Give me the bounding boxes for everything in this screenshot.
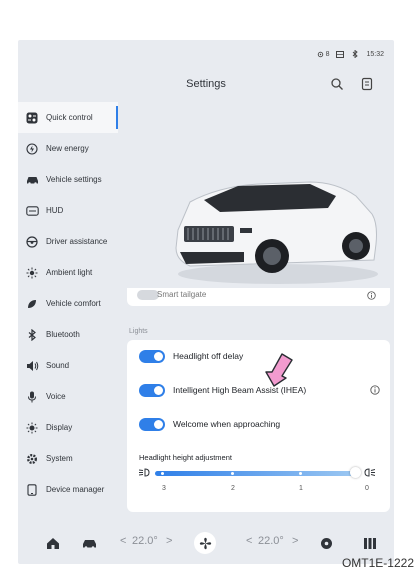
sidebar-item-label: Display [46,423,73,432]
sidebar-item-label: New energy [46,144,89,153]
temp-left-decrease[interactable]: < [120,535,126,547]
slider-step [161,472,164,475]
sidebar-item-quick-control[interactable]: Quick control [18,102,118,133]
headlight-high-icon [364,468,375,477]
sidebar-item-new-energy[interactable]: New energy [18,133,118,164]
temp-right-decrease[interactable]: < [246,535,252,547]
temp-left-value: 22.0° [132,535,158,547]
sidebar-item-hud[interactable]: HUD [18,195,118,226]
headlight-height-slider[interactable] [139,467,375,478]
message-icon [336,50,345,58]
fan-icon [199,537,211,549]
comfort-icon [24,296,40,312]
sidebar-item-label: Vehicle comfort [46,299,101,308]
sidebar-item-label: Ambient light [46,268,93,277]
sidebar-item-display[interactable]: Display [18,412,118,443]
bottom-dock: < 22.0° > < 22.0° > [18,522,394,564]
sidebar-item-vehicle-settings[interactable]: Vehicle settings [18,164,118,195]
temp-right-increase[interactable]: > [292,535,298,547]
sidebar-item-vehicle-comfort[interactable]: Vehicle comfort [18,288,118,319]
sidebar-item-label: Voice [46,392,66,401]
bluetooth-icon [24,327,40,343]
slider-track [155,471,359,476]
sidebar: Quick control New energy Vehicle setting… [18,102,118,505]
smart-tailgate-row[interactable]: Smart tailgate [127,288,390,306]
lights-card: Headlight off delay Intelligent High Bea… [127,340,390,512]
sidebar-item-label: Vehicle settings [46,175,102,184]
speaker-icon [24,358,40,374]
location-icon [317,51,323,57]
sidebar-item-voice[interactable]: Voice [18,381,118,412]
fan-button[interactable] [194,532,216,554]
hud-icon [24,203,40,219]
bluetooth-status-icon [353,50,359,58]
slider-knob[interactable] [350,467,361,478]
lights-section-label: Lights [129,328,148,335]
slider-tick-label: 0 [365,485,369,492]
brightness-icon [24,420,40,436]
slider-step [231,472,234,475]
gear-icon [24,451,40,467]
manual-icon[interactable] [360,77,374,91]
sidebar-item-label: Driver assistance [46,237,108,246]
slider-step [299,472,302,475]
headlight-off-delay-label: Headlight off delay [173,351,244,361]
welcome-approaching-row[interactable]: Welcome when approaching [139,413,380,435]
sidebar-item-sound[interactable]: Sound [18,350,118,381]
slider-tick-label: 2 [231,485,235,492]
welcome-approaching-label: Welcome when approaching [173,419,281,429]
welcome-approaching-toggle[interactable] [139,417,165,431]
signal-text: 8 [325,50,330,58]
sidebar-item-label: Bluetooth [46,330,80,339]
car-icon [24,172,40,188]
pointer-arrow-annotation [265,353,293,387]
slider-tick-label: 3 [162,485,166,492]
temp-right-value: 22.0° [258,535,284,547]
sidebar-item-device-manager[interactable]: Device manager [18,474,118,505]
sidebar-item-driver-assistance[interactable]: Driver assistance [18,226,118,257]
settings-screen: 8 15:32 Settings Quick control New energ… [18,40,394,564]
status-bar: 8 15:32 [317,50,384,58]
home-icon[interactable] [46,537,60,550]
sidebar-item-label: System [46,454,73,463]
temp-left-increase[interactable]: > [166,535,172,547]
search-icon[interactable] [330,77,344,91]
media-icon[interactable] [320,537,333,550]
device-icon [24,482,40,498]
sidebar-item-system[interactable]: System [18,443,118,474]
smart-tailgate-toggle[interactable] [137,290,159,300]
sidebar-item-ambient-light[interactable]: Ambient light [18,257,118,288]
sidebar-item-label: HUD [46,206,64,215]
sidebar-item-label: Sound [46,361,70,370]
info-icon[interactable] [370,385,380,395]
headlight-height-label: Headlight height adjustment [139,453,232,462]
slider-tick-label: 1 [299,485,303,492]
sidebar-item-label: Device manager [46,485,105,494]
figure-code: OMT1E-1222 [341,556,414,570]
headlight-off-delay-row[interactable]: Headlight off delay [139,345,380,367]
headlight-low-icon [139,468,150,477]
apps-icon[interactable] [364,538,376,549]
ambient-light-icon [24,265,40,281]
sidebar-item-label: Quick control [46,113,93,122]
ihea-row[interactable]: Intelligent High Beam Assist (IHEA) [139,379,380,401]
ihea-toggle[interactable] [139,383,165,397]
signal-indicator: 8 [317,50,330,58]
headlight-off-delay-toggle[interactable] [139,349,165,363]
vehicle-image [175,181,378,284]
smart-tailgate-label: Smart tailgate [157,290,207,299]
car-icon[interactable] [82,538,97,549]
quick-control-icon [24,110,40,126]
clock: 15:32 [366,50,384,58]
sidebar-item-bluetooth[interactable]: Bluetooth [18,319,118,350]
new-energy-icon [24,141,40,157]
info-icon[interactable] [367,291,376,300]
steering-wheel-icon [24,234,40,250]
microphone-icon [24,389,40,405]
